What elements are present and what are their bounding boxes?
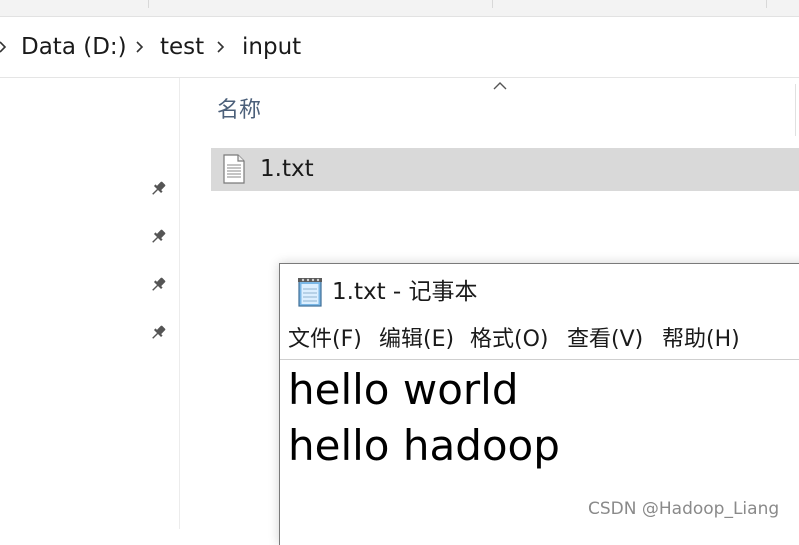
menu-edit[interactable]: 编辑(E)	[379, 324, 454, 356]
chevron-right-icon[interactable]	[133, 34, 147, 60]
chevron-right-icon[interactable]	[214, 34, 228, 60]
text-file-icon	[223, 154, 245, 184]
breadcrumb-item[interactable]: input	[242, 32, 301, 62]
menu-view[interactable]: 查看(V)	[567, 324, 643, 356]
column-divider[interactable]	[795, 84, 796, 136]
window-title: 1.txt - 记事本	[332, 279, 478, 305]
menu-file[interactable]: 文件(F)	[288, 324, 362, 356]
notepad-icon[interactable]	[294, 276, 324, 308]
menu-format[interactable]: 格式(O)	[470, 324, 548, 356]
menu-help[interactable]: 帮助(H)	[662, 324, 740, 356]
pin-icon[interactable]	[148, 323, 168, 343]
file-name[interactable]: 1.txt	[260, 154, 314, 184]
column-header-name[interactable]: 名称	[217, 95, 261, 127]
pin-icon[interactable]	[148, 227, 168, 247]
watermark: CSDN @Hadoop_Liang	[588, 499, 780, 519]
top-divider	[766, 0, 767, 8]
file-row[interactable]: 1.txt	[211, 148, 799, 191]
top-divider	[148, 0, 149, 8]
address-bar[interactable]: Data (D:) test input	[0, 17, 799, 78]
sort-ascending-icon[interactable]	[492, 80, 508, 92]
pin-icon[interactable]	[148, 275, 168, 295]
text-line[interactable]: hello world	[288, 364, 519, 416]
navigation-pane[interactable]	[0, 78, 180, 529]
breadcrumb-item[interactable]: test	[160, 32, 204, 62]
breadcrumb-item[interactable]: Data (D:)	[21, 32, 127, 62]
chevron-right-icon[interactable]	[0, 34, 10, 60]
window-top-strip	[0, 0, 799, 17]
text-line[interactable]: hello hadoop	[288, 420, 560, 472]
top-divider	[492, 0, 493, 8]
pin-icon[interactable]	[148, 179, 168, 199]
